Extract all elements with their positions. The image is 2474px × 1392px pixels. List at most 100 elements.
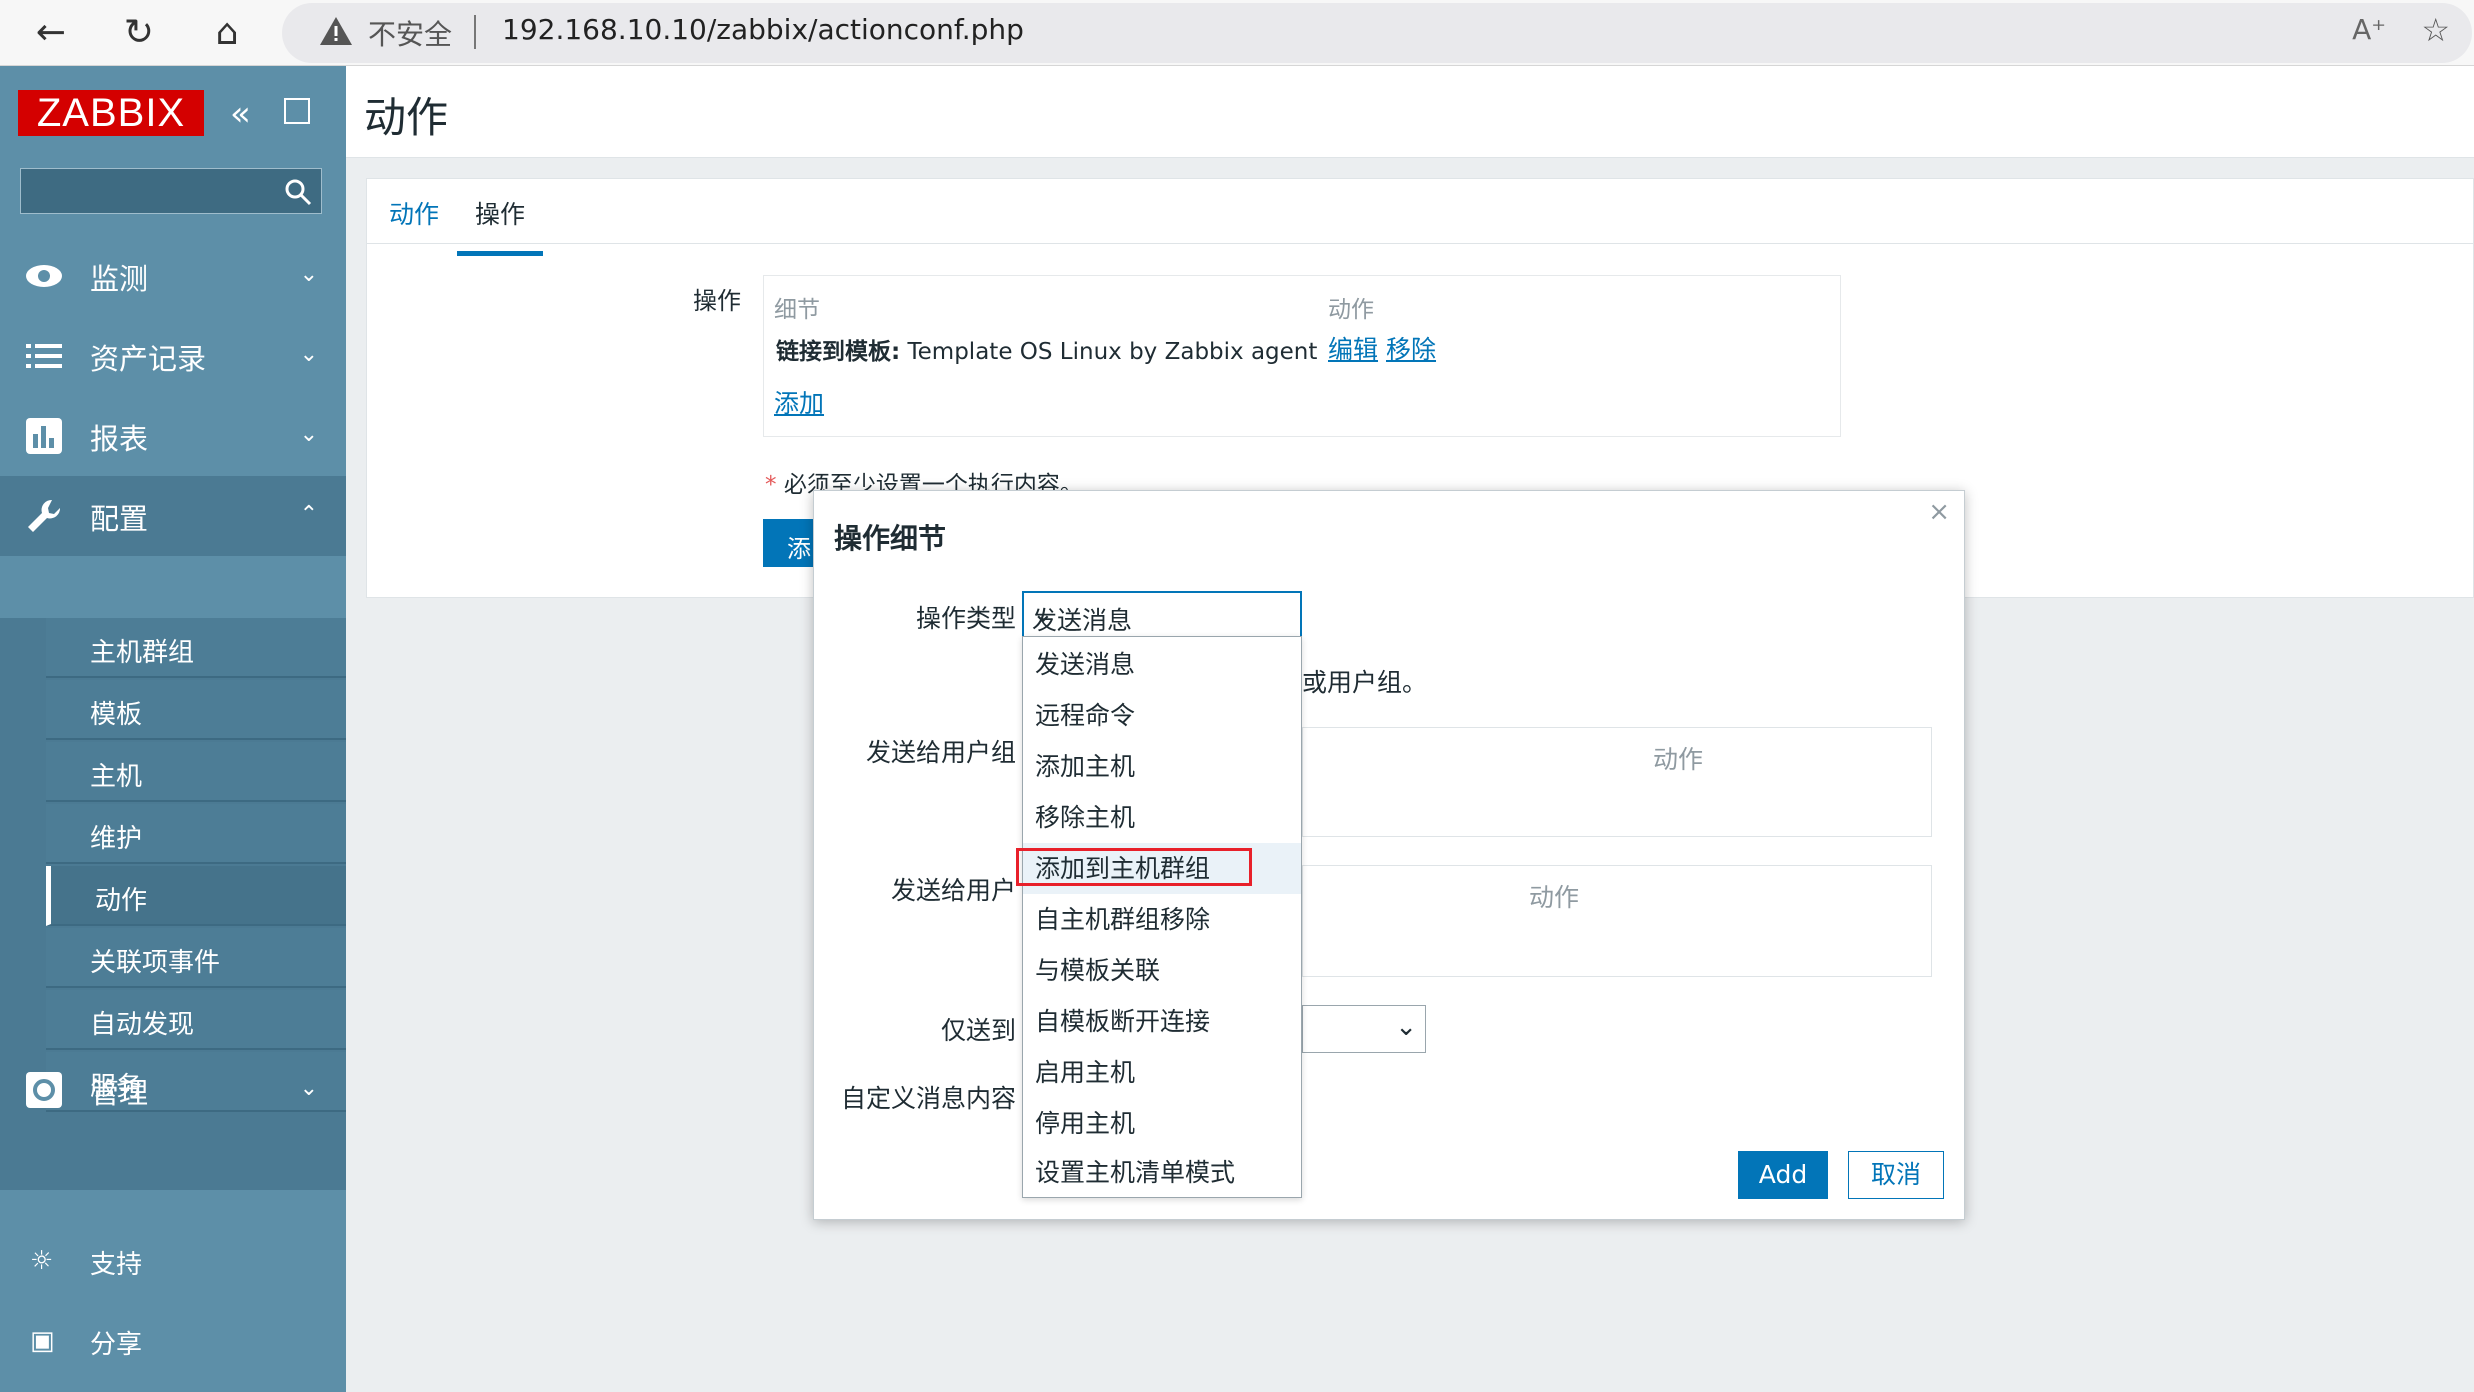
menu-configuration-label: 配置 bbox=[90, 502, 149, 536]
submenu-hosts[interactable]: 主机 bbox=[46, 742, 346, 802]
submenu-label: 动作 bbox=[95, 886, 148, 916]
annotation-highlight bbox=[1016, 848, 1252, 886]
dialog-title: 操作细节 bbox=[834, 522, 947, 555]
menu-inventory[interactable]: 资产记录 ⌄ bbox=[0, 316, 346, 396]
menu-monitoring[interactable]: 监测 ⌄ bbox=[0, 236, 346, 316]
menu-administration-label: 管理 bbox=[90, 1076, 149, 1110]
reload-icon[interactable]: ↻ bbox=[112, 6, 166, 60]
submenu-label: 关联项事件 bbox=[90, 948, 221, 978]
menu-support[interactable]: ☼ 支持 bbox=[0, 1226, 346, 1296]
option-disable-host[interactable]: 停用主机 bbox=[1023, 1098, 1301, 1149]
chevron-down-icon: ⌄ bbox=[299, 342, 318, 367]
back-icon[interactable]: ← bbox=[24, 6, 78, 60]
operation-detail: Template OS Linux by Zabbix agent bbox=[900, 339, 1318, 365]
option-set-inventory-mode[interactable]: 设置主机清单模式 bbox=[1023, 1147, 1301, 1198]
eye-icon bbox=[26, 265, 62, 287]
read-aloud-icon[interactable]: A⁺ bbox=[2352, 13, 2386, 46]
browser-toolbar: ← ↻ ⌂ 不安全 192.168.10.10/zabbix/actioncon… bbox=[0, 0, 2474, 66]
add-button[interactable]: Add bbox=[1738, 1151, 1828, 1199]
submenu-event-correlation[interactable]: 关联项事件 bbox=[46, 928, 346, 988]
chevron-down-icon: ⌄ bbox=[299, 422, 318, 447]
recipient-hint: 或用户组。 bbox=[1302, 668, 1428, 697]
search-icon[interactable] bbox=[283, 177, 313, 207]
sidebar-search-input[interactable] bbox=[20, 168, 322, 214]
send-only-to-select[interactable]: ⌄ bbox=[1302, 1005, 1426, 1053]
menu-configuration[interactable]: 配置 ⌃ bbox=[0, 476, 346, 556]
remove-link[interactable]: 移除 bbox=[1386, 330, 1436, 366]
page-header: 动作 bbox=[346, 66, 2474, 158]
chevron-down-icon: ⌄ bbox=[299, 1076, 318, 1101]
option-send-message[interactable]: 发送消息 bbox=[1023, 639, 1301, 690]
submenu-templates[interactable]: 模板 bbox=[46, 680, 346, 740]
submenu-maintenance[interactable]: 维护 bbox=[46, 804, 346, 864]
user-groups-table: 动作 bbox=[1302, 727, 1932, 837]
operations-table: 细节 动作 链接到模板: Template OS Linux by Zabbix… bbox=[763, 275, 1841, 437]
required-mark: * bbox=[765, 472, 777, 498]
action-header: 动作 bbox=[1328, 297, 1374, 323]
share-label: 分享 bbox=[90, 1330, 143, 1360]
submenu-discovery[interactable]: 自动发现 bbox=[46, 990, 346, 1050]
option-unlink-template[interactable]: 自模板断开连接 bbox=[1023, 996, 1301, 1047]
submenu-actions[interactable]: 动作 bbox=[46, 866, 346, 926]
option-add-host[interactable]: 添加主机 bbox=[1023, 741, 1301, 792]
option-remove-from-host-group[interactable]: 自主机群组移除 bbox=[1023, 894, 1301, 945]
custom-message-label: 自定义消息内容 bbox=[840, 1084, 1016, 1113]
favorites-icon[interactable]: ☆ bbox=[2421, 11, 2450, 49]
share-icon: ▣ bbox=[30, 1326, 55, 1356]
menu-share[interactable]: ▣ 分享 bbox=[0, 1306, 346, 1376]
sidebar: ZABBIX « 监测 ⌄ 资产记录 ⌄ 报表 ⌄ 配置 ⌃ 主机群组 模板 主… bbox=[0, 66, 346, 1392]
chevron-up-icon: ⌃ bbox=[299, 502, 318, 527]
submenu-label: 主机 bbox=[90, 762, 143, 792]
chevron-down-icon: ⌄ bbox=[1395, 1012, 1417, 1042]
send-only-to-label: 仅送到 bbox=[940, 1016, 1016, 1045]
option-link-template[interactable]: 与模板关联 bbox=[1023, 945, 1301, 996]
add-operation-link[interactable]: 添加 bbox=[774, 384, 824, 420]
home-icon[interactable]: ⌂ bbox=[200, 6, 254, 60]
submenu-label: 自动发现 bbox=[90, 1010, 195, 1040]
warning-icon bbox=[320, 17, 352, 45]
users-action-header: 动作 bbox=[1529, 883, 1580, 912]
page-title: 动作 bbox=[364, 93, 449, 142]
edit-link[interactable]: 编辑 bbox=[1328, 330, 1378, 366]
submenu-label: 主机群组 bbox=[90, 638, 195, 668]
operation-type-label: 操作类型 bbox=[915, 604, 1016, 633]
users-table: 动作 bbox=[1302, 865, 1932, 977]
send-to-user-groups-label: 发送给用户组 bbox=[865, 738, 1016, 767]
tab-operations[interactable]: 操作 bbox=[457, 195, 544, 256]
bar-chart-icon bbox=[26, 418, 62, 454]
chevron-down-icon: ⌄ bbox=[1032, 599, 1054, 629]
url-text[interactable]: 192.168.10.10/zabbix/actionconf.php bbox=[502, 13, 1024, 46]
operation-type: 链接到模板: bbox=[776, 339, 901, 365]
option-remote-command[interactable]: 远程命令 bbox=[1023, 690, 1301, 741]
details-header: 细节 bbox=[774, 297, 820, 323]
menu-reports-label: 报表 bbox=[90, 422, 149, 456]
chevron-down-icon: ⌄ bbox=[299, 262, 318, 287]
option-remove-host[interactable]: 移除主机 bbox=[1023, 792, 1301, 843]
operations-label: 操作 bbox=[693, 287, 741, 315]
gear-icon bbox=[26, 1072, 62, 1108]
submenu-host-groups[interactable]: 主机群组 bbox=[46, 618, 346, 678]
insecure-label: 不安全 bbox=[368, 18, 453, 51]
menu-monitoring-label: 监测 bbox=[90, 262, 149, 296]
submenu-label: 模板 bbox=[90, 700, 143, 730]
operation-row: 链接到模板: Template OS Linux by Zabbix agent bbox=[776, 332, 1317, 366]
menu-reports[interactable]: 报表 ⌄ bbox=[0, 396, 346, 476]
submenu-label: 维护 bbox=[90, 824, 143, 854]
headset-icon: ☼ bbox=[30, 1246, 54, 1276]
option-enable-host[interactable]: 启用主机 bbox=[1023, 1047, 1301, 1098]
send-to-users-label: 发送给用户 bbox=[890, 876, 1016, 905]
menu-inventory-label: 资产记录 bbox=[90, 342, 207, 376]
wrench-icon bbox=[28, 499, 61, 532]
tabs-divider bbox=[367, 243, 2474, 244]
operation-type-options: 发送消息 远程命令 添加主机 移除主机 添加到主机群组 自主机群组移除 与模板关… bbox=[1022, 636, 1302, 1198]
zabbix-logo[interactable]: ZABBIX bbox=[18, 90, 204, 136]
list-icon bbox=[26, 344, 62, 368]
kiosk-mode-icon[interactable] bbox=[284, 98, 310, 124]
address-bar[interactable]: 不安全 192.168.10.10/zabbix/actionconf.php … bbox=[282, 3, 2472, 63]
operation-type-select[interactable]: 发送消息 ⌄ bbox=[1022, 591, 1302, 639]
cancel-button[interactable]: 取消 bbox=[1848, 1151, 1944, 1199]
menu-administration[interactable]: 管理 ⌄ bbox=[0, 1050, 346, 1130]
close-icon[interactable]: × bbox=[1928, 497, 1950, 527]
collapse-sidebar-icon[interactable]: « bbox=[230, 94, 251, 134]
operation-details-dialog: 操作细节 × 操作类型 发送消息 ⌄ 或用户组。 发送给用户组 动作 发送给用户… bbox=[813, 490, 1965, 1220]
